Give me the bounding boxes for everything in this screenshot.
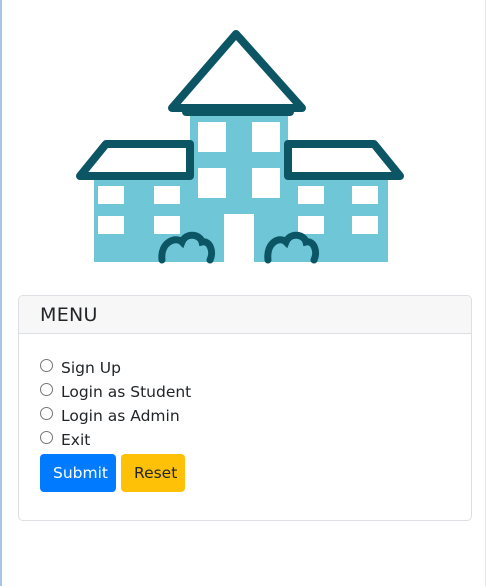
- menu-card: MENU Sign Up Login as Student Login as A…: [18, 295, 472, 521]
- form-actions: Submit Reset: [40, 454, 471, 492]
- exit-radio[interactable]: [40, 430, 53, 444]
- menu-title: MENU: [40, 304, 98, 326]
- login-student-radio[interactable]: [40, 382, 53, 396]
- reset-button[interactable]: Reset: [121, 454, 185, 492]
- option-sign-up[interactable]: Sign Up: [40, 356, 471, 380]
- sign-up-radio[interactable]: [40, 358, 53, 372]
- sign-up-label: Sign Up: [61, 359, 121, 377]
- login-admin-radio[interactable]: [40, 406, 53, 420]
- option-login-student[interactable]: Login as Student: [40, 380, 471, 404]
- option-exit[interactable]: Exit: [40, 428, 471, 452]
- school-building-icon: [76, 30, 404, 264]
- menu-card-body: Sign Up Login as Student Login as Admin …: [19, 334, 471, 492]
- submit-button[interactable]: Submit: [40, 454, 116, 492]
- login-student-label: Login as Student: [61, 383, 192, 401]
- login-admin-label: Login as Admin: [61, 407, 180, 425]
- option-login-admin[interactable]: Login as Admin: [40, 404, 471, 428]
- exit-label: Exit: [61, 431, 91, 449]
- page: MENU Sign Up Login as Student Login as A…: [0, 0, 486, 586]
- menu-card-header: MENU: [19, 296, 471, 334]
